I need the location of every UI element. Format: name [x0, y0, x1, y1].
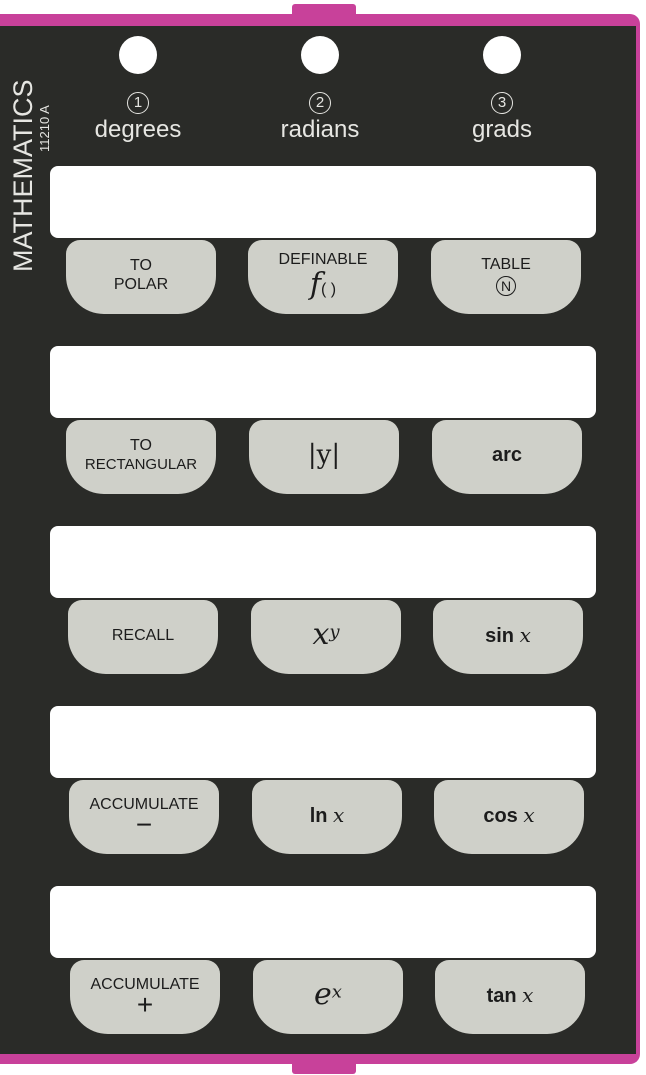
card-title-vertical: MATHEMATICS 11210 A: [8, 80, 52, 273]
mode-grads: 3 grads: [422, 92, 582, 144]
mode-label-degrees: degrees: [94, 116, 182, 143]
function-parens: ( ): [321, 280, 337, 298]
exp-base: e: [314, 977, 332, 1012]
card-title: MATHEMATICS: [8, 79, 38, 273]
tan-var: x: [522, 982, 534, 1007]
accumulate-plus-key[interactable]: ACCUMULATE +: [70, 960, 220, 1034]
table-key[interactable]: TABLE N: [431, 240, 581, 314]
function-symbol: f: [309, 266, 321, 302]
x-power-y-key[interactable]: xy: [251, 600, 401, 674]
absolute-value-key[interactable]: |y|: [249, 420, 399, 494]
abs-y-label: |y|: [307, 440, 341, 470]
plus-icon: +: [136, 988, 154, 1020]
to-polar-line1: TO: [130, 257, 152, 274]
hole-1: [119, 36, 157, 74]
cos-fn: cos: [483, 804, 518, 827]
label-slot-2: [50, 346, 596, 418]
to-rect-line2: RECTANGULAR: [84, 456, 198, 473]
tan-key[interactable]: tan x: [435, 960, 585, 1034]
sin-key[interactable]: sin x: [433, 600, 583, 674]
cos-var: x: [523, 802, 535, 827]
mode-label-radians: radians: [280, 116, 360, 143]
minus-icon: −: [135, 808, 153, 840]
recall-key[interactable]: RECALL: [68, 600, 218, 674]
arc-key[interactable]: arc: [432, 420, 582, 494]
cos-key[interactable]: cos x: [434, 780, 584, 854]
exp-exponent: x: [331, 981, 342, 1003]
power-base: x: [312, 617, 330, 652]
mode-number-2: 2: [309, 92, 331, 114]
label-slot-1: [50, 166, 596, 238]
sin-var: x: [519, 622, 531, 647]
card-model: 11210 A: [37, 105, 52, 152]
sin-fn: sin: [485, 624, 515, 647]
definable-label: DEFINABLE: [278, 250, 368, 268]
circled-n-icon: N: [496, 275, 516, 296]
definable-function-key[interactable]: DEFINABLE f( ): [248, 240, 398, 314]
bottom-tab: [292, 1064, 356, 1074]
ln-key[interactable]: ln x: [252, 780, 402, 854]
label-slot-3: [50, 526, 596, 598]
ln-fn: ln: [309, 804, 328, 827]
table-label: TABLE: [481, 255, 531, 273]
accumulate-minus-key[interactable]: ACCUMULATE −: [69, 780, 219, 854]
mode-number-1: 1: [127, 92, 149, 114]
mode-radians: 2 radians: [240, 92, 400, 144]
tan-fn: tan: [486, 984, 517, 1007]
power-exponent: y: [329, 621, 340, 643]
e-power-x-key[interactable]: ex: [253, 960, 403, 1034]
arc-label: arc: [491, 443, 523, 466]
recall-label: RECALL: [111, 626, 175, 644]
to-polar-line2: POLAR: [113, 276, 169, 293]
mode-number-3: 3: [491, 92, 513, 114]
hole-3: [483, 36, 521, 74]
to-polar-key[interactable]: TO POLAR: [66, 240, 216, 314]
mode-label-grads: grads: [471, 116, 533, 143]
label-slot-5: [50, 886, 596, 958]
mode-degrees: 1 degrees: [58, 92, 218, 144]
hole-2: [301, 36, 339, 74]
to-rect-line1: TO: [130, 437, 152, 454]
ln-var: x: [333, 802, 345, 827]
to-rectangular-key[interactable]: TO RECTANGULAR: [66, 420, 216, 494]
label-slot-4: [50, 706, 596, 778]
